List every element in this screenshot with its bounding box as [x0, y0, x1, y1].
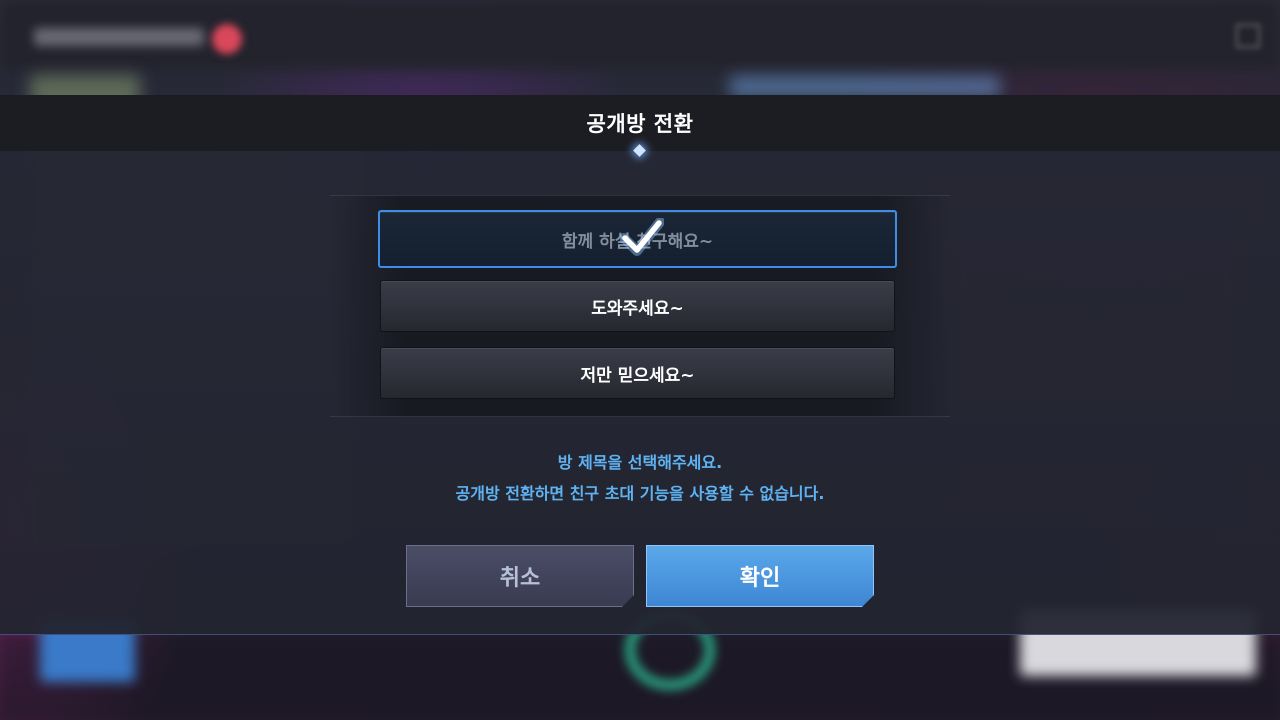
- background-title: [34, 28, 204, 46]
- cancel-button[interactable]: 취소: [406, 545, 634, 607]
- room-title-options: 함께 하실 친구해요~ 도와주세요~ 저만 믿으세요~: [330, 195, 950, 417]
- background-badge: [212, 24, 242, 54]
- checkmark-icon: [620, 218, 664, 256]
- dialog-title: 공개방 전환: [586, 112, 694, 136]
- warning-text: 공개방 전환하면 친구 초대 기능을 사용할 수 없습니다.: [455, 484, 825, 503]
- instruction-text: 방 제목을 선택해주세요.: [557, 453, 723, 472]
- confirm-button[interactable]: 확인: [646, 545, 874, 607]
- room-title-option-1[interactable]: 함께 하실 친구해요~: [378, 210, 897, 268]
- option-label: 도와주세요~: [591, 298, 684, 319]
- room-title-option-2[interactable]: 도와주세요~: [380, 280, 895, 332]
- public-room-dialog: 공개방 전환 함께 하실 친구해요~ 도와주세요~ 저만 믿으세요~ 방 제목을…: [0, 95, 1280, 635]
- dialog-header: 공개방 전환: [0, 95, 1280, 151]
- option-label: 저만 믿으세요~: [580, 365, 695, 386]
- confirm-button-label: 확인: [739, 566, 781, 591]
- room-title-option-3[interactable]: 저만 믿으세요~: [380, 347, 895, 399]
- background-close-icon: [1236, 24, 1260, 48]
- cancel-button-label: 취소: [499, 566, 541, 591]
